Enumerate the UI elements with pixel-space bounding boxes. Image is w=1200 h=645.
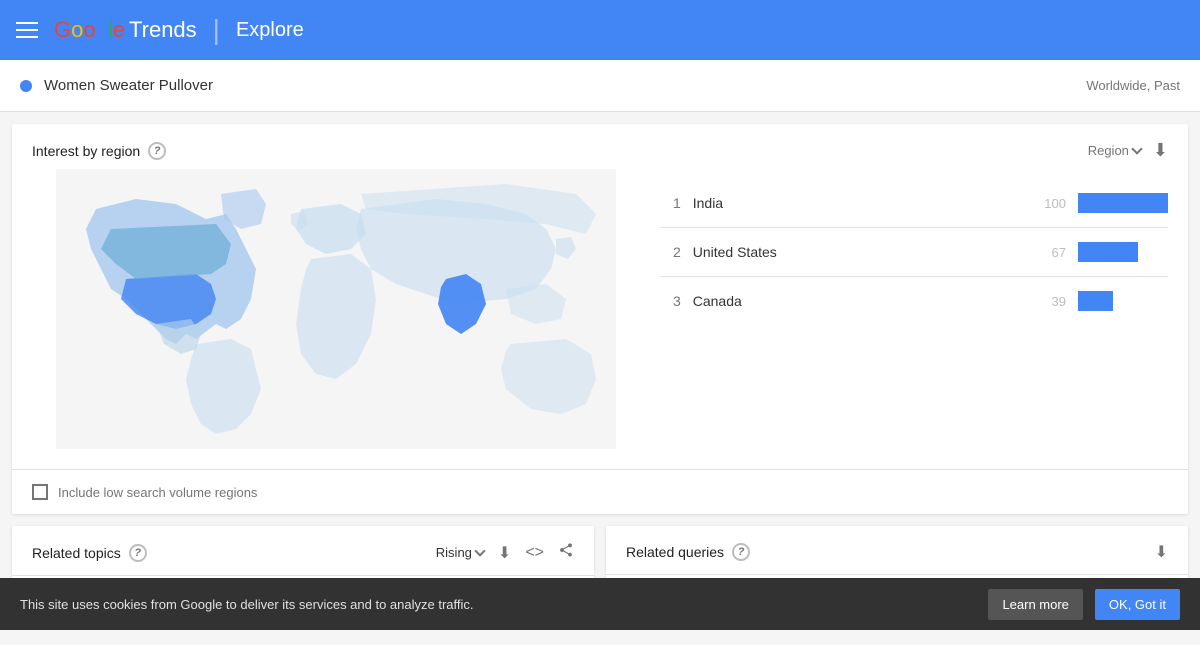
region-help-icon[interactable]: ? bbox=[148, 142, 166, 160]
trends-label: Trends bbox=[129, 17, 197, 43]
related-topics-help-icon[interactable]: ? bbox=[129, 544, 147, 562]
related-topics-title: Related topics ? bbox=[32, 544, 147, 562]
search-bar: Women Sweater Pullover Worldwide, Past bbox=[0, 60, 1200, 112]
region-section-title: Interest by region ? bbox=[32, 142, 166, 160]
interest-by-region-card: Interest by region ? Region ⬇ bbox=[12, 124, 1188, 514]
rank-bar-2 bbox=[1078, 242, 1138, 262]
related-queries-title: Related queries ? bbox=[626, 543, 750, 561]
rank-value-3: 39 bbox=[1036, 294, 1066, 309]
region-dropdown[interactable]: Region bbox=[1088, 143, 1141, 158]
checkbox-label: Include low search volume regions bbox=[58, 485, 257, 500]
search-dot-indicator bbox=[20, 80, 32, 92]
region-dropdown-label: Region bbox=[1088, 143, 1129, 158]
low-volume-checkbox[interactable] bbox=[32, 484, 48, 500]
rank-number-1: 1 bbox=[661, 195, 681, 211]
rank-row-1: 1 India 100 bbox=[661, 179, 1168, 228]
related-queries-controls: ⬇ bbox=[1155, 542, 1168, 562]
region-dropdown-chevron bbox=[1131, 143, 1142, 154]
region-section-header: Interest by region ? Region ⬇ bbox=[12, 124, 1188, 169]
topics-download-icon[interactable]: ⬇ bbox=[498, 543, 511, 563]
rank-row-2: 2 United States 67 bbox=[661, 228, 1168, 277]
logo-area: Google Trends | Explore bbox=[54, 14, 304, 46]
region-controls: Region ⬇ bbox=[1088, 140, 1168, 161]
rank-bar-1 bbox=[1078, 193, 1168, 213]
logo-separator: | bbox=[213, 14, 220, 46]
rising-dropdown[interactable]: Rising bbox=[436, 545, 484, 560]
world-map-container bbox=[32, 169, 641, 449]
search-term: Women Sweater Pullover bbox=[44, 77, 1086, 94]
related-queries-header: Related queries ? ⬇ bbox=[606, 526, 1188, 575]
cookie-banner: This site uses cookies from Google to de… bbox=[0, 578, 1200, 630]
rank-row-3: 3 Canada 39 bbox=[661, 277, 1168, 325]
header: Google Trends | Explore bbox=[0, 0, 1200, 60]
rank-number-2: 2 bbox=[661, 244, 681, 260]
hamburger-menu-icon[interactable] bbox=[16, 22, 38, 38]
ok-got-it-button[interactable]: OK, Got it bbox=[1095, 589, 1180, 620]
explore-label: Explore bbox=[236, 19, 304, 42]
related-topics-header: Related topics ? Rising ⬇ <> bbox=[12, 526, 594, 576]
related-topics-controls: Rising ⬇ <> bbox=[436, 542, 574, 563]
checkbox-area: Include low search volume regions bbox=[12, 469, 1188, 514]
rank-bar-3 bbox=[1078, 291, 1113, 311]
rank-value-2: 67 bbox=[1036, 245, 1066, 260]
rising-chevron bbox=[474, 545, 485, 556]
main-content: Interest by region ? Region ⬇ bbox=[0, 112, 1200, 645]
map-rankings-container: 1 India 100 2 United States 67 3 bbox=[12, 169, 1188, 469]
rank-bar-container-2 bbox=[1078, 242, 1168, 262]
rank-number-3: 3 bbox=[661, 293, 681, 309]
rankings-list: 1 India 100 2 United States 67 3 bbox=[661, 169, 1168, 449]
topics-embed-icon[interactable]: <> bbox=[525, 544, 544, 562]
world-map-svg bbox=[56, 169, 616, 449]
queries-download-icon[interactable]: ⬇ bbox=[1155, 542, 1168, 562]
rank-country-2: United States bbox=[693, 244, 1024, 260]
learn-more-button[interactable]: Learn more bbox=[988, 589, 1082, 620]
search-meta: Worldwide, Past bbox=[1086, 78, 1180, 93]
cookie-message: This site uses cookies from Google to de… bbox=[20, 597, 976, 612]
region-download-icon[interactable]: ⬇ bbox=[1153, 140, 1168, 161]
related-queries-help-icon[interactable]: ? bbox=[732, 543, 750, 561]
google-trends-logo: Google Trends bbox=[54, 17, 197, 43]
rank-bar-container-1 bbox=[1078, 193, 1168, 213]
rising-filter-label: Rising bbox=[436, 545, 472, 560]
rank-bar-container-3 bbox=[1078, 291, 1168, 311]
rank-country-1: India bbox=[693, 195, 1024, 211]
related-queries-title-text: Related queries bbox=[626, 544, 724, 560]
related-topics-title-text: Related topics bbox=[32, 545, 121, 561]
rank-value-1: 100 bbox=[1036, 196, 1066, 211]
topics-share-icon[interactable] bbox=[558, 542, 574, 563]
region-title-text: Interest by region bbox=[32, 143, 140, 159]
rank-country-3: Canada bbox=[693, 293, 1024, 309]
